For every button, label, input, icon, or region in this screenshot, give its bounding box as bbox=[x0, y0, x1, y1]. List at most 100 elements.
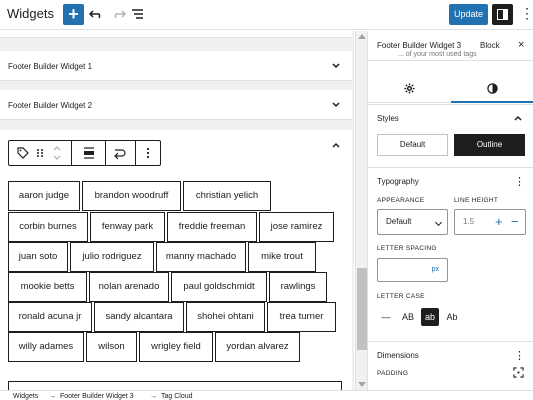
tag-link[interactable]: trea turner bbox=[267, 302, 336, 332]
letter-spacing-label: LETTER SPACING bbox=[377, 245, 437, 252]
update-button[interactable]: Update bbox=[449, 4, 488, 25]
case-lowercase-button[interactable]: ab bbox=[421, 308, 439, 326]
tag-link[interactable]: mike trout bbox=[248, 242, 316, 272]
tag-link[interactable]: rawlings bbox=[269, 272, 327, 302]
tag-icon[interactable] bbox=[13, 141, 33, 165]
dimensions-options-button[interactable]: ⋮ bbox=[514, 349, 525, 362]
breadcrumb-separator: → bbox=[150, 393, 157, 400]
more-options-button[interactable]: ⋮ bbox=[520, 5, 533, 22]
appearance-label: APPEARANCE bbox=[377, 197, 425, 204]
decrement-icon[interactable]: − bbox=[511, 210, 519, 234]
breadcrumb: Widgets → Footer Builder Widget 3 → Tag … bbox=[0, 390, 533, 400]
style-outline-button[interactable]: Outline bbox=[454, 134, 525, 156]
half-circle-style-icon bbox=[487, 83, 498, 94]
tag-link[interactable]: nolan arenado bbox=[89, 272, 169, 302]
letter-spacing-input[interactable]: px bbox=[377, 258, 448, 282]
typography-section-title: Typography bbox=[377, 177, 419, 186]
undo-icon[interactable] bbox=[88, 5, 106, 23]
block-toolbar bbox=[8, 140, 161, 166]
tag-link[interactable]: sandy alcantara bbox=[94, 302, 184, 332]
appearance-select[interactable]: Default bbox=[377, 209, 448, 235]
chevron-down-icon bbox=[434, 218, 443, 227]
block-description: ... of your most used tags bbox=[398, 51, 477, 58]
tab-styles[interactable] bbox=[451, 75, 533, 103]
tag-link[interactable]: yordan alvarez bbox=[215, 332, 300, 362]
tag-link[interactable]: fenway park bbox=[90, 212, 165, 242]
divider bbox=[368, 341, 533, 342]
scroll-up-arrow-icon[interactable] bbox=[358, 34, 366, 39]
settings-toggle-button[interactable] bbox=[492, 4, 513, 25]
tag-link[interactable]: wrigley field bbox=[139, 332, 213, 362]
tag-link[interactable]: mookie betts bbox=[8, 272, 87, 302]
page-title: Widgets bbox=[7, 6, 54, 21]
tag-link[interactable]: manny machado bbox=[156, 242, 246, 272]
style-default-button[interactable]: Default bbox=[377, 134, 448, 156]
tag-link[interactable]: corbin burnes bbox=[8, 212, 88, 242]
unlink-sides-icon[interactable] bbox=[513, 367, 524, 378]
settings-sidebar: Footer Builder Widget 3 Block × ... of y… bbox=[367, 31, 533, 390]
widget-area-title: Footer Builder Widget 2 bbox=[8, 101, 93, 110]
drag-handle-icon[interactable] bbox=[35, 141, 45, 165]
add-block-button[interactable]: + bbox=[63, 4, 84, 25]
align-icon[interactable] bbox=[79, 141, 99, 165]
tag-link[interactable]: juan soto bbox=[8, 242, 68, 272]
toolbar-divider bbox=[105, 141, 106, 165]
increment-icon[interactable]: + bbox=[495, 210, 503, 234]
chevron-down-icon[interactable] bbox=[332, 101, 340, 109]
tag-link[interactable]: christian yelich bbox=[183, 181, 271, 211]
line-height-value: 1.5 bbox=[463, 217, 475, 226]
list-view-icon[interactable] bbox=[129, 5, 147, 23]
line-height-label: LINE HEIGHT bbox=[454, 197, 499, 204]
widget-area-footer-1[interactable]: Footer Builder Widget 1 bbox=[0, 51, 352, 81]
scroll-down-arrow-icon[interactable] bbox=[358, 382, 366, 387]
toolbar-divider bbox=[71, 141, 72, 165]
block-inspector-tabs bbox=[368, 75, 533, 103]
appearance-value: Default bbox=[386, 217, 412, 226]
tag-link[interactable]: jose ramirez bbox=[259, 212, 334, 242]
letter-spacing-unit[interactable]: px bbox=[432, 266, 439, 273]
divider bbox=[368, 167, 533, 168]
breadcrumb-item[interactable]: Widgets bbox=[13, 393, 38, 400]
tag-link[interactable]: paul goldschmidt bbox=[171, 272, 267, 302]
move-up-down-icon[interactable] bbox=[51, 141, 63, 165]
breadcrumb-item[interactable]: Footer Builder Widget 3 bbox=[60, 393, 134, 400]
dimensions-section-title: Dimensions bbox=[377, 351, 419, 360]
divider bbox=[368, 104, 533, 105]
styles-section-title: Styles bbox=[377, 114, 399, 123]
tag-link[interactable]: julio rodriguez bbox=[70, 242, 154, 272]
scroll-thumb[interactable] bbox=[357, 268, 367, 350]
widget-area-footer-2[interactable]: Footer Builder Widget 2 bbox=[0, 90, 352, 120]
case-capitalize-button[interactable]: Ab bbox=[443, 308, 461, 326]
case-uppercase-button[interactable]: AB bbox=[399, 308, 417, 326]
tag-link[interactable]: shohei ohtani bbox=[186, 302, 265, 332]
toolbar-divider bbox=[135, 141, 136, 165]
padding-label: PADDING bbox=[377, 370, 409, 377]
transform-icon[interactable] bbox=[109, 141, 129, 165]
tab-settings[interactable] bbox=[368, 75, 451, 103]
sidebar-icon bbox=[497, 9, 508, 20]
tag-link[interactable]: willy adames bbox=[8, 332, 84, 362]
tag-link[interactable]: freddie freeman bbox=[167, 212, 257, 242]
tab-block[interactable]: Block bbox=[480, 41, 500, 50]
chevron-up-icon[interactable] bbox=[332, 141, 340, 149]
case-none-button[interactable]: — bbox=[377, 308, 395, 326]
canvas-scrollbar[interactable] bbox=[355, 31, 367, 390]
chevron-up-icon[interactable] bbox=[514, 114, 522, 122]
widget-area-top bbox=[0, 31, 352, 38]
redo-icon[interactable] bbox=[109, 5, 127, 23]
breadcrumb-separator: → bbox=[49, 393, 56, 400]
tab-widget-area[interactable]: Footer Builder Widget 3 bbox=[377, 41, 461, 50]
widget-area-title: Footer Builder Widget 1 bbox=[8, 62, 93, 71]
kebab-menu-icon[interactable] bbox=[142, 141, 154, 165]
tag-link[interactable]: wilson bbox=[86, 332, 137, 362]
gear-icon bbox=[404, 83, 415, 94]
tag-link[interactable]: aaron judge bbox=[8, 181, 80, 211]
breadcrumb-item[interactable]: Tag Cloud bbox=[161, 393, 193, 400]
tag-link[interactable]: ronald acuna jr bbox=[8, 302, 92, 332]
line-height-input[interactable]: 1.5 + − bbox=[454, 209, 526, 235]
chevron-down-icon[interactable] bbox=[332, 62, 340, 70]
typography-options-button[interactable]: ⋮ bbox=[514, 175, 525, 188]
letter-case-label: LETTER CASE bbox=[377, 293, 425, 300]
close-sidebar-button[interactable]: × bbox=[518, 39, 524, 51]
tag-link[interactable]: brandon woodruff bbox=[82, 181, 181, 211]
